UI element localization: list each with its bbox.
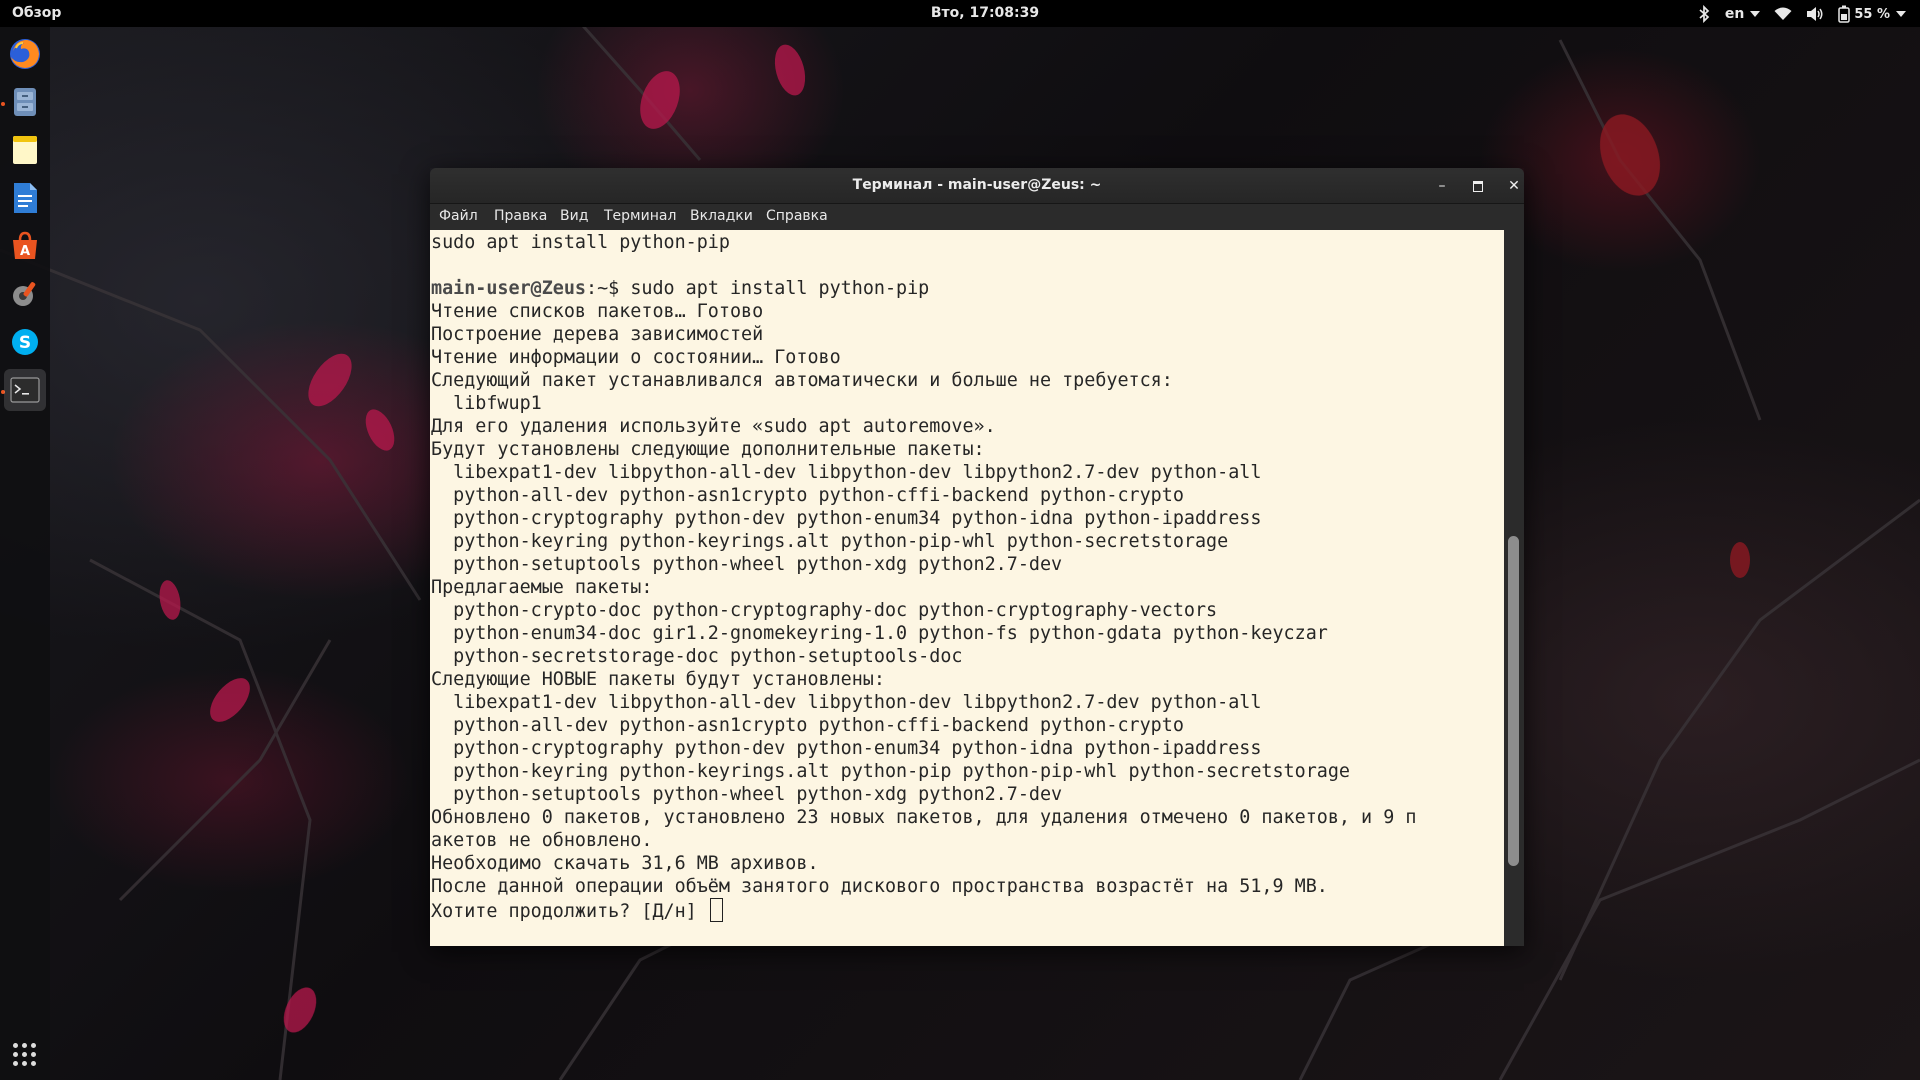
- terminal-command: sudo apt install python-pip: [630, 278, 930, 299]
- terminal-line: Для его удаления используйте «sudo apt a…: [431, 416, 996, 437]
- language-switcher[interactable]: en: [1724, 6, 1761, 22]
- confirm-question: Хотите продолжить? [Д/н]: [431, 901, 708, 922]
- terminal-line: Построение дерева зависимостей: [431, 324, 764, 345]
- language-label: en: [1724, 6, 1745, 22]
- bluetooth-icon[interactable]: [1697, 5, 1711, 23]
- terminal-line: python-cryptography python-dev python-en…: [431, 508, 1262, 529]
- terminal-line: Предлагаемые пакеты:: [431, 577, 653, 598]
- chevron-down-icon: [1750, 11, 1761, 17]
- terminal-icon: [10, 377, 40, 403]
- menu-tabs[interactable]: Вкладки: [690, 208, 753, 224]
- menu-help[interactable]: Справка: [766, 208, 828, 224]
- terminal-scrollbar[interactable]: [1504, 230, 1524, 946]
- maximize-button[interactable]: [1466, 174, 1490, 198]
- terminal-line: Следующий пакет устанавливался автоматич…: [431, 370, 1173, 391]
- terminal-line: python-all-dev python-asn1crypto python-…: [431, 715, 1184, 736]
- minimize-button[interactable]: –: [1430, 174, 1454, 198]
- terminal-line: python-keyring python-keyrings.alt pytho…: [431, 761, 1350, 782]
- terminal-line: Обновлено 0 пакетов, установлено 23 новы…: [431, 807, 1417, 828]
- menu-file[interactable]: Файл: [439, 208, 478, 224]
- terminal-output-lines: Чтение списков пакетов… Готово Построени…: [431, 301, 1416, 897]
- terminal-line: python-crypto-doc python-cryptography-do…: [431, 600, 1218, 621]
- terminal-line: python-all-dev python-asn1crypto python-…: [431, 485, 1184, 506]
- terminal-line: libfwup1: [431, 393, 542, 414]
- terminal-line: Чтение информации о состоянии… Готово: [431, 347, 841, 368]
- terminal-window: Терминал - main-user@Zeus: ~ – ✕ Файл Пр…: [430, 168, 1524, 946]
- terminal-line: python-setuptools python-wheel python-xd…: [431, 784, 1063, 805]
- battery-percent: 55 %: [1854, 6, 1890, 22]
- svg-text:S: S: [19, 333, 31, 353]
- terminal-output[interactable]: sudo apt install python-pip main-user@Ze…: [430, 230, 1504, 946]
- terminal-line: python-keyring python-keyrings.alt pytho…: [431, 531, 1229, 552]
- window-title: Терминал - main-user@Zeus: ~: [852, 177, 1102, 193]
- show-applications-button[interactable]: [13, 1043, 36, 1066]
- dock-item-settings[interactable]: [4, 273, 46, 315]
- terminal-line: python-setuptools python-wheel python-xd…: [431, 554, 1063, 575]
- terminal-line: Необходимо скачать 31,6 MB архивов.: [431, 853, 819, 874]
- dock-item-notes[interactable]: [4, 129, 46, 171]
- prompt-user-host: main-user@Zeus: [431, 278, 587, 299]
- menu-edit[interactable]: Правка: [494, 208, 547, 224]
- top-bar: Обзор Вто, 17:08:39 en 55 %: [0, 0, 1920, 27]
- system-tray: en 55 %: [1697, 3, 1906, 25]
- clock[interactable]: Вто, 17:08:39: [900, 5, 1070, 21]
- dock: A S: [0, 27, 50, 1080]
- menu-view[interactable]: Вид: [560, 208, 588, 224]
- close-button[interactable]: ✕: [1502, 174, 1526, 198]
- activities-button[interactable]: Обзор: [12, 5, 61, 21]
- battery-indicator[interactable]: 55 %: [1838, 5, 1906, 23]
- menu-terminal[interactable]: Терминал: [604, 208, 676, 224]
- dock-item-firefox[interactable]: [4, 33, 46, 75]
- document-icon: [14, 183, 37, 213]
- dock-item-writer[interactable]: [4, 177, 46, 219]
- notes-icon: [13, 136, 37, 164]
- dock-item-software[interactable]: A: [4, 225, 46, 267]
- chevron-down-icon: [1896, 11, 1906, 17]
- svg-text:A: A: [20, 244, 30, 259]
- wifi-icon[interactable]: [1774, 7, 1792, 21]
- battery-icon: [1838, 5, 1851, 23]
- settings-icon: [13, 282, 36, 306]
- file-manager-icon: [14, 88, 36, 116]
- terminal-line: Чтение списков пакетов… Готово: [431, 301, 764, 322]
- prompt-path: :~$: [586, 278, 631, 299]
- terminal-line: python-enum34-doc gir1.2-gnomekeyring-1.…: [431, 623, 1328, 644]
- terminal-line: python-secretstorage-doc python-setuptoo…: [431, 646, 963, 667]
- skype-icon: S: [12, 329, 38, 355]
- terminal-line: sudo apt install python-pip: [431, 232, 730, 253]
- window-titlebar[interactable]: Терминал - main-user@Zeus: ~ – ✕: [430, 168, 1524, 204]
- terminal-line: libexpat1-dev libpython-all-dev libpytho…: [431, 692, 1262, 713]
- terminal-line: После данной операции объём занятого дис…: [431, 876, 1328, 897]
- dock-item-files[interactable]: [4, 81, 46, 123]
- terminal-line: акетов не обновлено.: [431, 830, 653, 851]
- terminal-line: libexpat1-dev libpython-all-dev libpytho…: [431, 462, 1262, 483]
- scrollbar-thumb[interactable]: [1508, 536, 1519, 866]
- terminal-line: python-cryptography python-dev python-en…: [431, 738, 1262, 759]
- terminal-line: Следующие НОВЫЕ пакеты будут установлены…: [431, 669, 885, 690]
- terminal-line: Будут установлены следующие дополнительн…: [431, 439, 985, 460]
- firefox-icon: [10, 39, 40, 69]
- software-store-icon: A: [13, 231, 37, 259]
- terminal-cursor: [709, 898, 723, 922]
- volume-icon[interactable]: [1806, 6, 1824, 22]
- dock-item-terminal[interactable]: [4, 369, 46, 411]
- menu-bar: Файл Правка Вид Терминал Вкладки Справка: [430, 204, 1524, 230]
- dock-item-skype[interactable]: S: [4, 321, 46, 363]
- maximize-icon: [1473, 180, 1483, 192]
